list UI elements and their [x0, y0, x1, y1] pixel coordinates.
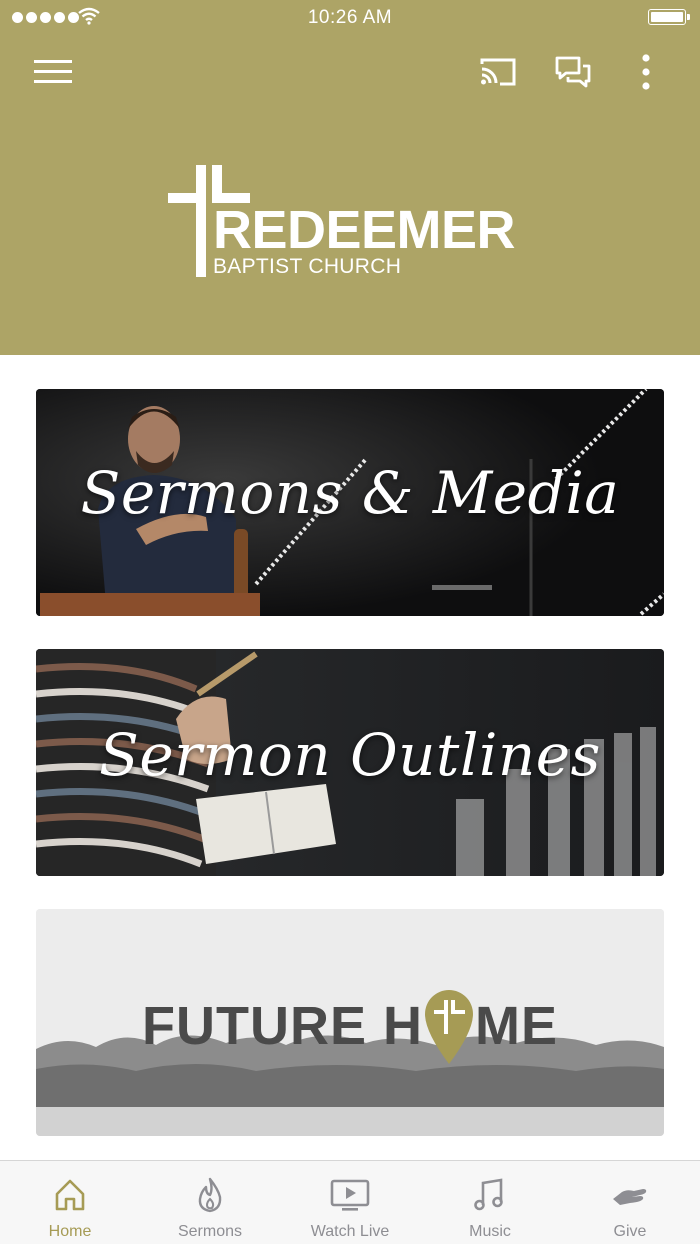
cast-icon: [480, 58, 516, 86]
battery-icon: [648, 9, 690, 25]
sermons-media-title: Sermons & Media: [80, 459, 620, 527]
tab-home[interactable]: Home: [0, 1161, 140, 1245]
tab-give[interactable]: Give: [560, 1161, 700, 1245]
music-note-icon: [474, 1178, 503, 1211]
giving-hand-icon: [613, 1189, 647, 1205]
tab-give-label: Give: [613, 1223, 647, 1240]
tab-music[interactable]: Music: [420, 1161, 560, 1245]
future-home-title-part2: ME: [474, 996, 558, 1056]
sermon-outlines-card[interactable]: Sermon Outlines: [36, 649, 664, 876]
menu-button[interactable]: [28, 52, 78, 92]
future-home-title: FUTURE H ME: [36, 990, 664, 1064]
tab-music-label: Music: [469, 1223, 511, 1240]
future-home-title-part1: FUTURE H: [142, 996, 423, 1056]
home-icon: [55, 1179, 85, 1211]
more-icon: [642, 54, 650, 90]
location-pin-cross-icon: [423, 990, 475, 1064]
logo-title: REDEEMER: [213, 200, 516, 260]
status-bar: 10:26 AM: [0, 0, 700, 36]
tab-home-label: Home: [48, 1223, 92, 1240]
church-logo: REDEEMER BAPTIST CHURCH: [168, 165, 548, 280]
tab-sermons[interactable]: Sermons: [140, 1161, 280, 1245]
flame-icon: [198, 1177, 222, 1213]
tab-watch-live-label: Watch Live: [310, 1223, 390, 1240]
tab-sermons-label: Sermons: [177, 1223, 243, 1240]
logo-subtitle: BAPTIST CHURCH: [213, 255, 402, 278]
tab-watch-live[interactable]: Watch Live: [280, 1161, 420, 1245]
future-home-card[interactable]: FUTURE H ME: [36, 909, 664, 1136]
app-header: 10:26 AM REDEEMER BAPTIST CHURCH: [0, 0, 700, 355]
status-time: 10:26 AM: [307, 7, 393, 28]
chat-icon: [555, 56, 591, 88]
sermon-outlines-title: Sermon Outlines: [99, 721, 601, 789]
tv-play-icon: [330, 1179, 370, 1211]
chat-button[interactable]: [548, 50, 598, 94]
sermons-media-card[interactable]: Sermons & Media: [36, 389, 664, 616]
menu-icon: [34, 60, 72, 83]
bottom-tab-bar: Home Sermons Watch Live Music Give: [0, 1160, 700, 1244]
more-options-button[interactable]: [626, 48, 666, 96]
cast-button[interactable]: [472, 50, 524, 94]
